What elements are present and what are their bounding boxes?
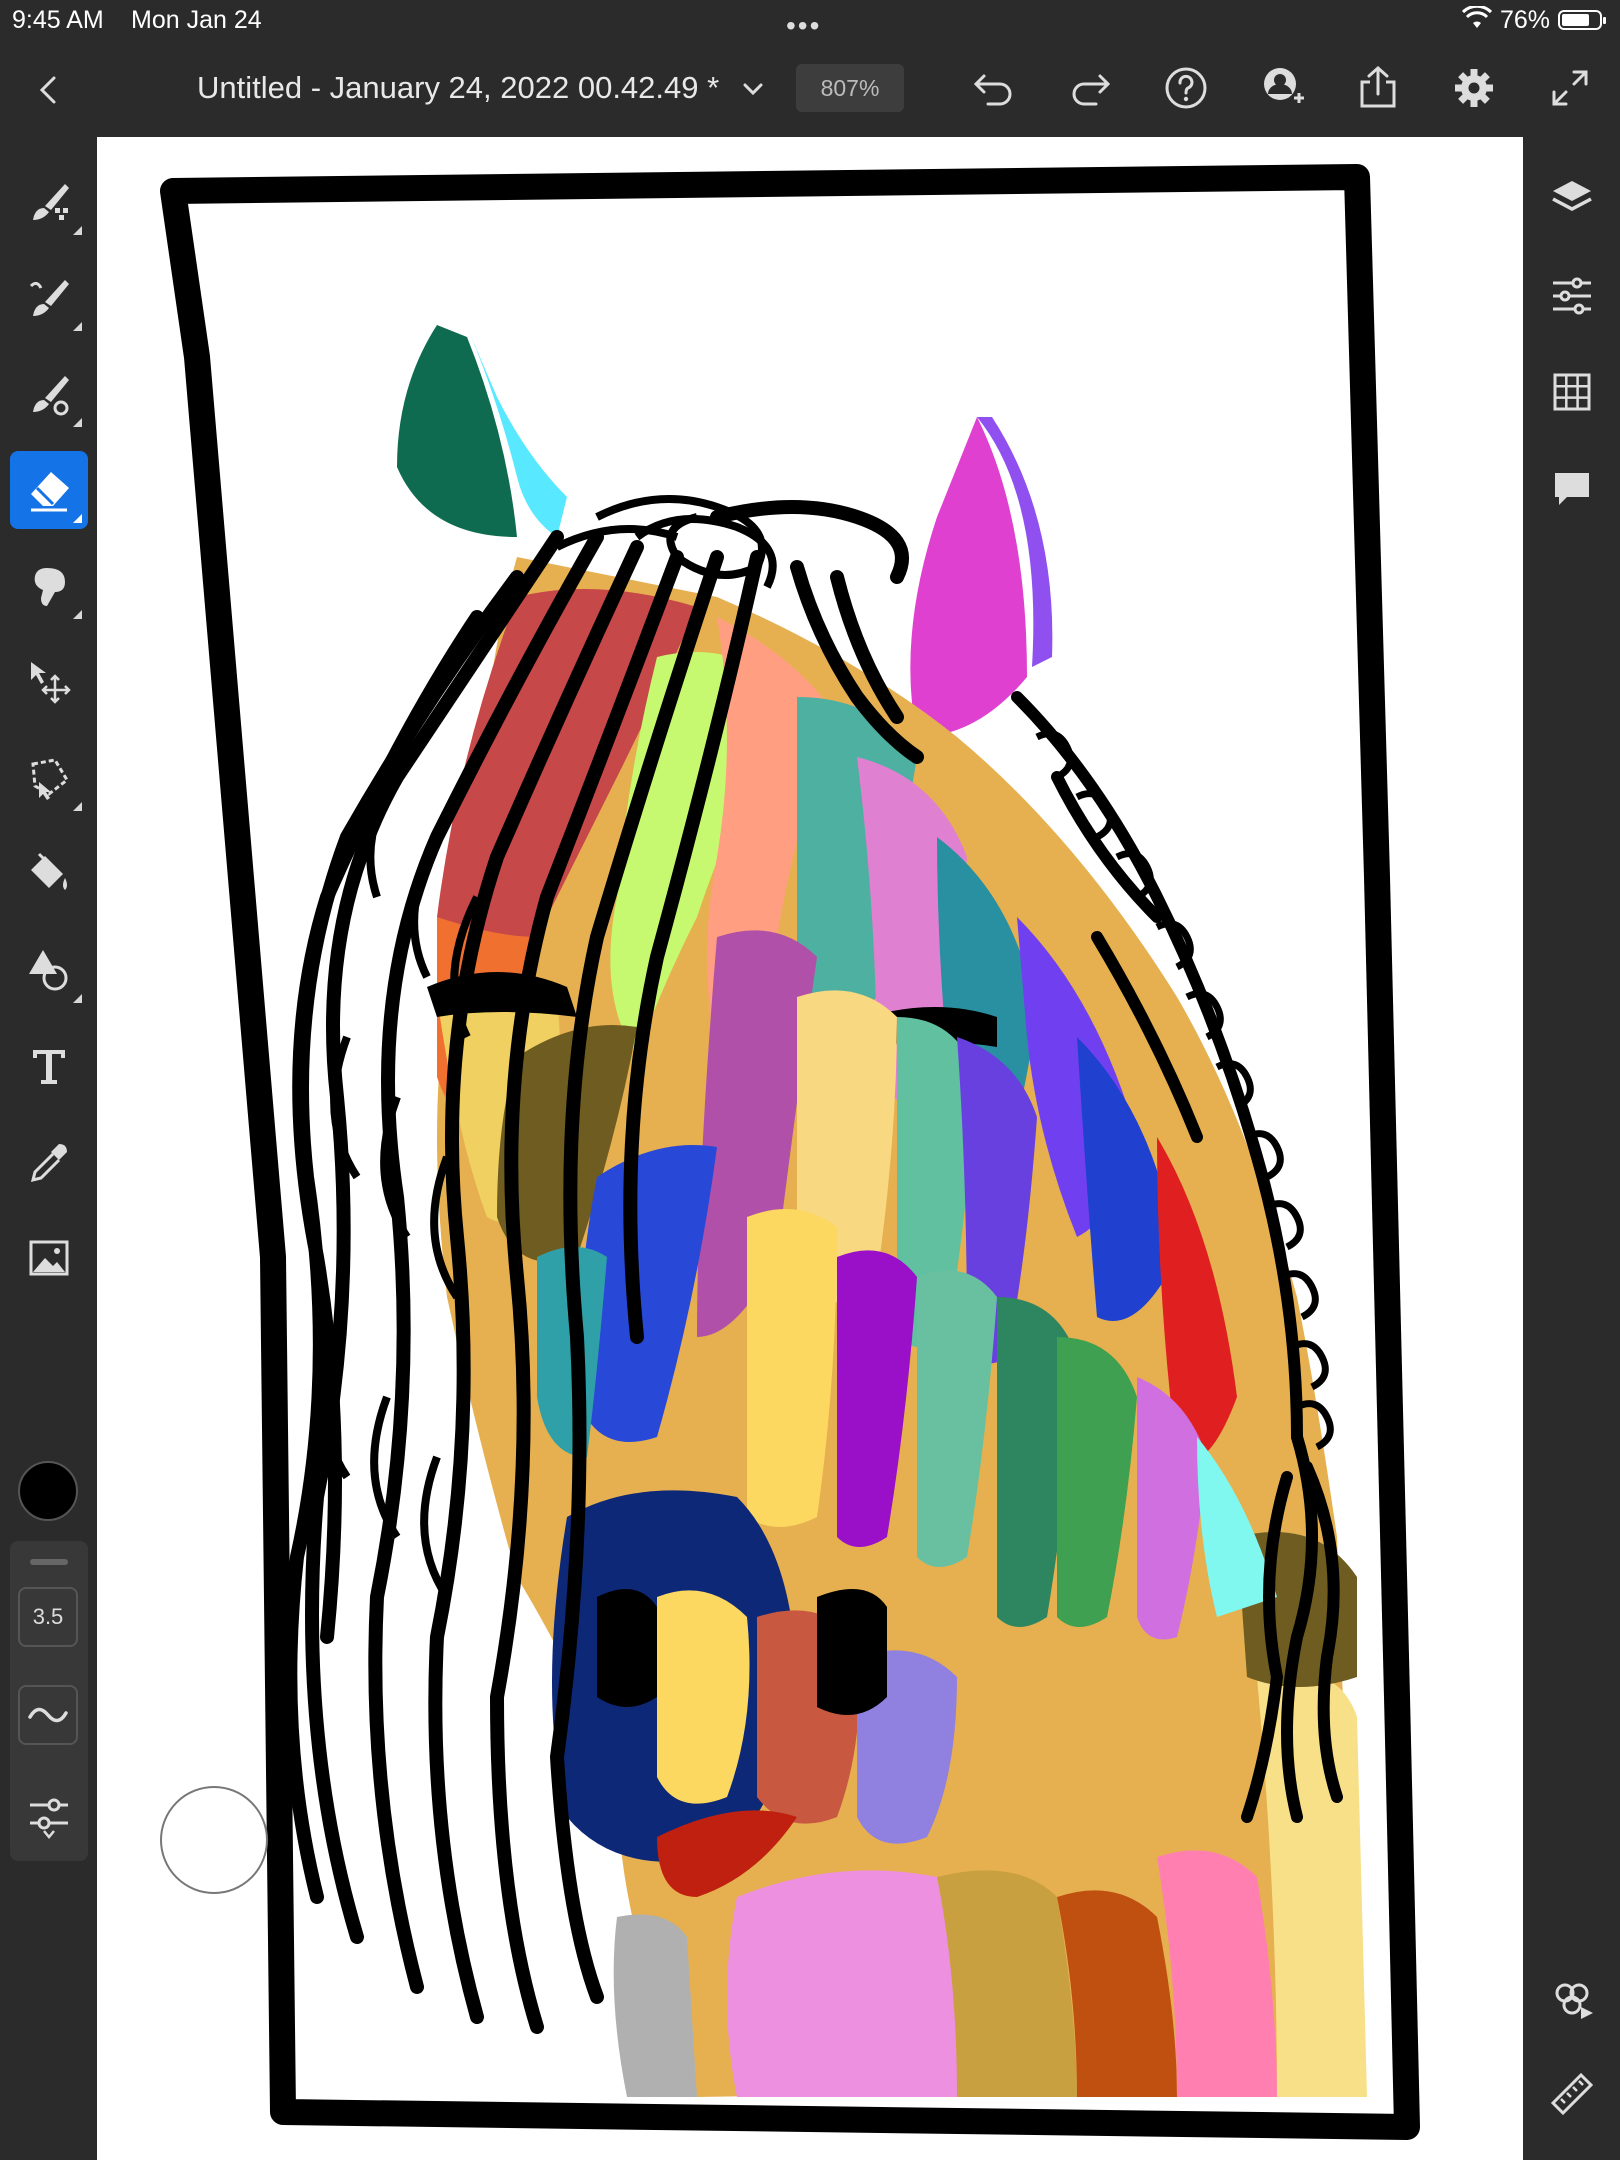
brush-settings-button[interactable] bbox=[24, 1789, 74, 1844]
vector-brush-tool[interactable] bbox=[10, 355, 88, 433]
pixel-brush-icon bbox=[33, 184, 69, 220]
status-bar: 9:45 AM Mon Jan 24 ••• 76% bbox=[0, 0, 1620, 42]
battery-icon bbox=[1558, 10, 1606, 30]
eraser-icon bbox=[31, 472, 69, 512]
pixel-brush-tool[interactable] bbox=[10, 163, 88, 241]
settings-icon[interactable] bbox=[1450, 64, 1498, 112]
layers-icon[interactable] bbox=[1547, 175, 1597, 225]
adjustments-icon[interactable] bbox=[1547, 271, 1597, 321]
document-title[interactable]: Untitled - January 24, 2022 00.42.49 * bbox=[197, 70, 719, 106]
undo-icon[interactable] bbox=[970, 64, 1018, 112]
help-icon[interactable] bbox=[1162, 64, 1210, 112]
battery-percent: 76% bbox=[1500, 6, 1551, 34]
text-icon bbox=[33, 1050, 65, 1084]
image-tool[interactable] bbox=[10, 1219, 88, 1297]
title-dropdown-icon[interactable] bbox=[738, 74, 768, 109]
wifi-icon bbox=[1461, 4, 1493, 35]
right-toolbar bbox=[1523, 137, 1620, 2160]
shapes-icon bbox=[29, 950, 68, 991]
panel-handle[interactable] bbox=[30, 1559, 68, 1565]
zoom-level[interactable]: 807% bbox=[796, 64, 904, 112]
invite-icon[interactable] bbox=[1258, 64, 1306, 112]
redo-icon[interactable] bbox=[1066, 64, 1114, 112]
eyedropper-tool[interactable] bbox=[10, 1123, 88, 1201]
shapes-tool[interactable] bbox=[10, 931, 88, 1009]
status-date: Mon Jan 24 bbox=[131, 6, 262, 34]
fullscreen-icon[interactable] bbox=[1546, 64, 1594, 112]
live-brush-tool[interactable] bbox=[10, 259, 88, 337]
smudge-icon bbox=[34, 568, 65, 606]
smoothing-button[interactable] bbox=[18, 1685, 78, 1745]
current-color-swatch[interactable] bbox=[18, 1461, 78, 1521]
smoothing-icon bbox=[28, 1707, 68, 1723]
selection-icon bbox=[31, 758, 69, 800]
share-icon[interactable] bbox=[1354, 64, 1402, 112]
eyedropper-icon bbox=[30, 1144, 67, 1183]
multitasking-dots-icon[interactable]: ••• bbox=[786, 10, 821, 42]
smudge-tool[interactable] bbox=[10, 547, 88, 625]
eraser-tool[interactable] bbox=[10, 451, 88, 529]
livestream-icon[interactable] bbox=[1547, 1973, 1597, 2023]
grid-icon[interactable] bbox=[1547, 367, 1597, 417]
status-time: 9:45 AM bbox=[12, 6, 104, 34]
brush-panel: 3.5 bbox=[10, 1541, 88, 1861]
fill-tool[interactable] bbox=[10, 835, 88, 913]
text-tool[interactable] bbox=[10, 1027, 88, 1105]
comments-icon[interactable] bbox=[1547, 463, 1597, 513]
transform-tool[interactable] bbox=[10, 643, 88, 721]
top-bar: Untitled - January 24, 2022 00.42.49 * 8… bbox=[0, 40, 1620, 137]
eraser-cursor bbox=[160, 1786, 268, 1894]
transform-icon bbox=[31, 662, 71, 704]
selection-tool[interactable] bbox=[10, 739, 88, 817]
back-icon[interactable] bbox=[28, 70, 68, 115]
live-brush-icon bbox=[29, 280, 69, 316]
drawing-canvas[interactable] bbox=[97, 137, 1523, 2160]
ruler-icon[interactable] bbox=[1547, 2069, 1597, 2119]
brush-size[interactable]: 3.5 bbox=[18, 1587, 78, 1647]
image-icon bbox=[29, 1240, 69, 1276]
vector-brush-icon bbox=[33, 376, 69, 416]
brush-settings-icon bbox=[30, 1798, 68, 1839]
left-toolbar: 3.5 bbox=[0, 137, 97, 2160]
artwork-horse bbox=[160, 164, 1420, 2140]
fill-icon bbox=[31, 852, 67, 890]
